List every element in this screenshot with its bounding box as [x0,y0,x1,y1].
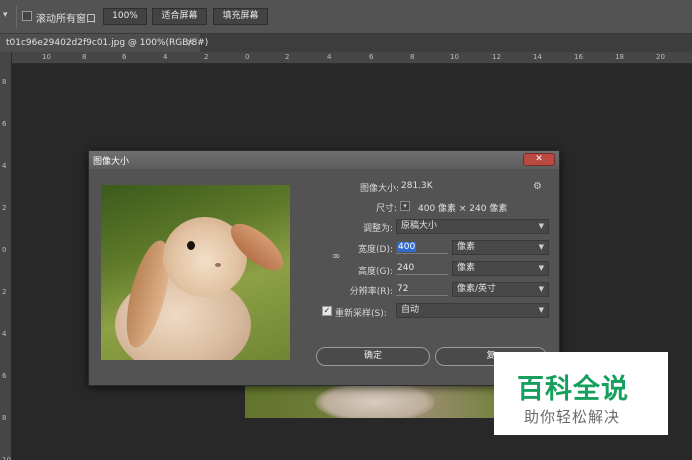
dimensions-label: 尺寸: [375,204,397,214]
document-tab-bar: t01c96e29402d2f9c01.jpg @ 100%(RGB/8#) × [0,34,692,52]
ruler-tick-label: 4 [327,53,332,61]
chevron-down-icon: ▼ [538,306,544,314]
dimensions-unit-toggle[interactable]: ▾ [400,201,410,211]
chevron-down-icon: ▼ [538,285,544,293]
ruler-tick-label: 10 [2,456,11,460]
height-unit-value: 像素 [457,263,476,273]
image-size-label: 图像大小: [359,184,399,194]
ruler-tick-label: 4 [163,53,168,61]
gear-icon[interactable]: ⚙ [533,181,542,192]
ruler-tick-label: 16 [574,53,583,61]
resample-checkbox[interactable]: ✓ [322,306,332,316]
width-value: 400 [397,242,417,252]
resample-label: 重新采样(S): [335,309,387,319]
horizontal-ruler[interactable]: 10 8 6 4 2 0 2 4 6 8 10 12 14 16 18 20 [12,52,692,64]
chevron-down-icon: ▼ [538,264,544,272]
ruler-tick-label: 8 [82,53,87,61]
ruler-tick-label: 14 [533,53,542,61]
ruler-tick-label: 6 [2,120,7,128]
resample-value: 自动 [401,305,420,315]
ruler-tick-label: 6 [369,53,374,61]
zoom-100-button[interactable]: 100% [103,8,147,25]
ok-button[interactable]: 确定 [316,347,430,366]
image-size-value: 281.3K [401,181,433,191]
document-tab[interactable]: t01c96e29402d2f9c01.jpg @ 100%(RGB/8#) × [0,34,208,52]
image-preview[interactable] [101,185,290,360]
height-input[interactable]: 240 [396,261,448,275]
watermark-subtitle: 助你轻松解决 [524,408,621,426]
fill-screen-button[interactable]: 填充屏幕 [213,8,268,25]
fit-screen-button[interactable]: 适合屏幕 [152,8,207,25]
dimensions-value: 400 像素 × 240 像素 [418,204,508,214]
close-icon[interactable]: × [186,34,194,52]
vertical-ruler[interactable]: 8 6 4 2 0 2 4 6 8 10 [0,52,12,460]
height-unit-select[interactable]: 像素 ▼ [452,261,549,276]
height-label: 高度(G): [357,267,393,277]
watermark-logo: 百科全说 助你轻松解决 [494,352,668,435]
resolution-unit-value: 像素/英寸 [457,284,497,294]
height-value: 240 [397,263,415,273]
ruler-tick-label: 2 [2,288,7,296]
ruler-tick-label: 2 [2,204,7,212]
ruler-tick-label: 12 [492,53,501,61]
scroll-all-windows-label: 滚动所有窗口 [36,14,96,25]
ruler-tick-label: 18 [615,53,624,61]
ruler-tick-label: 0 [2,246,7,254]
ruler-tick-label: 8 [2,414,7,422]
ruler-tick-label: 4 [2,330,7,338]
ruler-tick-label: 10 [42,53,51,61]
fit-to-label: 调整为: [362,224,393,234]
divider [16,6,17,28]
ruler-tick-label: 6 [2,372,7,380]
ruler-tick-label: 6 [122,53,127,61]
ruler-tick-label: 10 [450,53,459,61]
ruler-tick-label: 8 [2,78,7,86]
document-tab-title: t01c96e29402d2f9c01.jpg @ 100%(RGB/8#) [6,38,209,48]
width-unit-select[interactable]: 像素 ▼ [452,240,549,255]
resolution-input[interactable]: 72 [396,282,448,296]
chevron-down-icon: ▼ [538,222,544,230]
ruler-tick-label: 0 [245,53,250,61]
ruler-tick-label: 20 [656,53,665,61]
watermark-title: 百科全说 [517,374,629,405]
ruler-tick-label: 8 [410,53,415,61]
ruler-tick-label: 2 [204,53,209,61]
rabbit-eye [187,241,195,250]
chevron-down-icon[interactable]: ▾ [3,10,15,22]
fit-to-select[interactable]: 原稿大小 ▼ [396,219,549,234]
resolution-unit-select[interactable]: 像素/英寸 ▼ [452,282,549,297]
width-label: 宽度(D): [358,245,393,255]
ruler-tick-label: 4 [2,162,7,170]
rabbit-nose [215,263,221,267]
ruler-tick-label: 2 [285,53,290,61]
resolution-label: 分辨率(R): [349,287,393,297]
fit-to-value: 原稿大小 [401,221,438,231]
scroll-all-windows-checkbox[interactable] [22,11,32,21]
resample-select[interactable]: 自动 ▼ [396,303,549,318]
dialog-title: 图像大小 [93,157,130,167]
dialog-title-bar[interactable]: 图像大小 ✕ [89,151,559,169]
dialog-close-button[interactable]: ✕ [523,153,555,166]
width-unit-value: 像素 [457,242,476,252]
chevron-down-icon: ▼ [538,243,544,251]
options-bar: ▾ 滚动所有窗口 100% 适合屏幕 填充屏幕 [0,0,692,34]
resolution-value: 72 [397,284,409,294]
width-input[interactable]: 400 [396,240,448,254]
image-size-dialog: 图像大小 ✕ 图像大小: 281.3K ⚙ 尺寸: ▾ 400 像素 × 240… [88,150,560,386]
